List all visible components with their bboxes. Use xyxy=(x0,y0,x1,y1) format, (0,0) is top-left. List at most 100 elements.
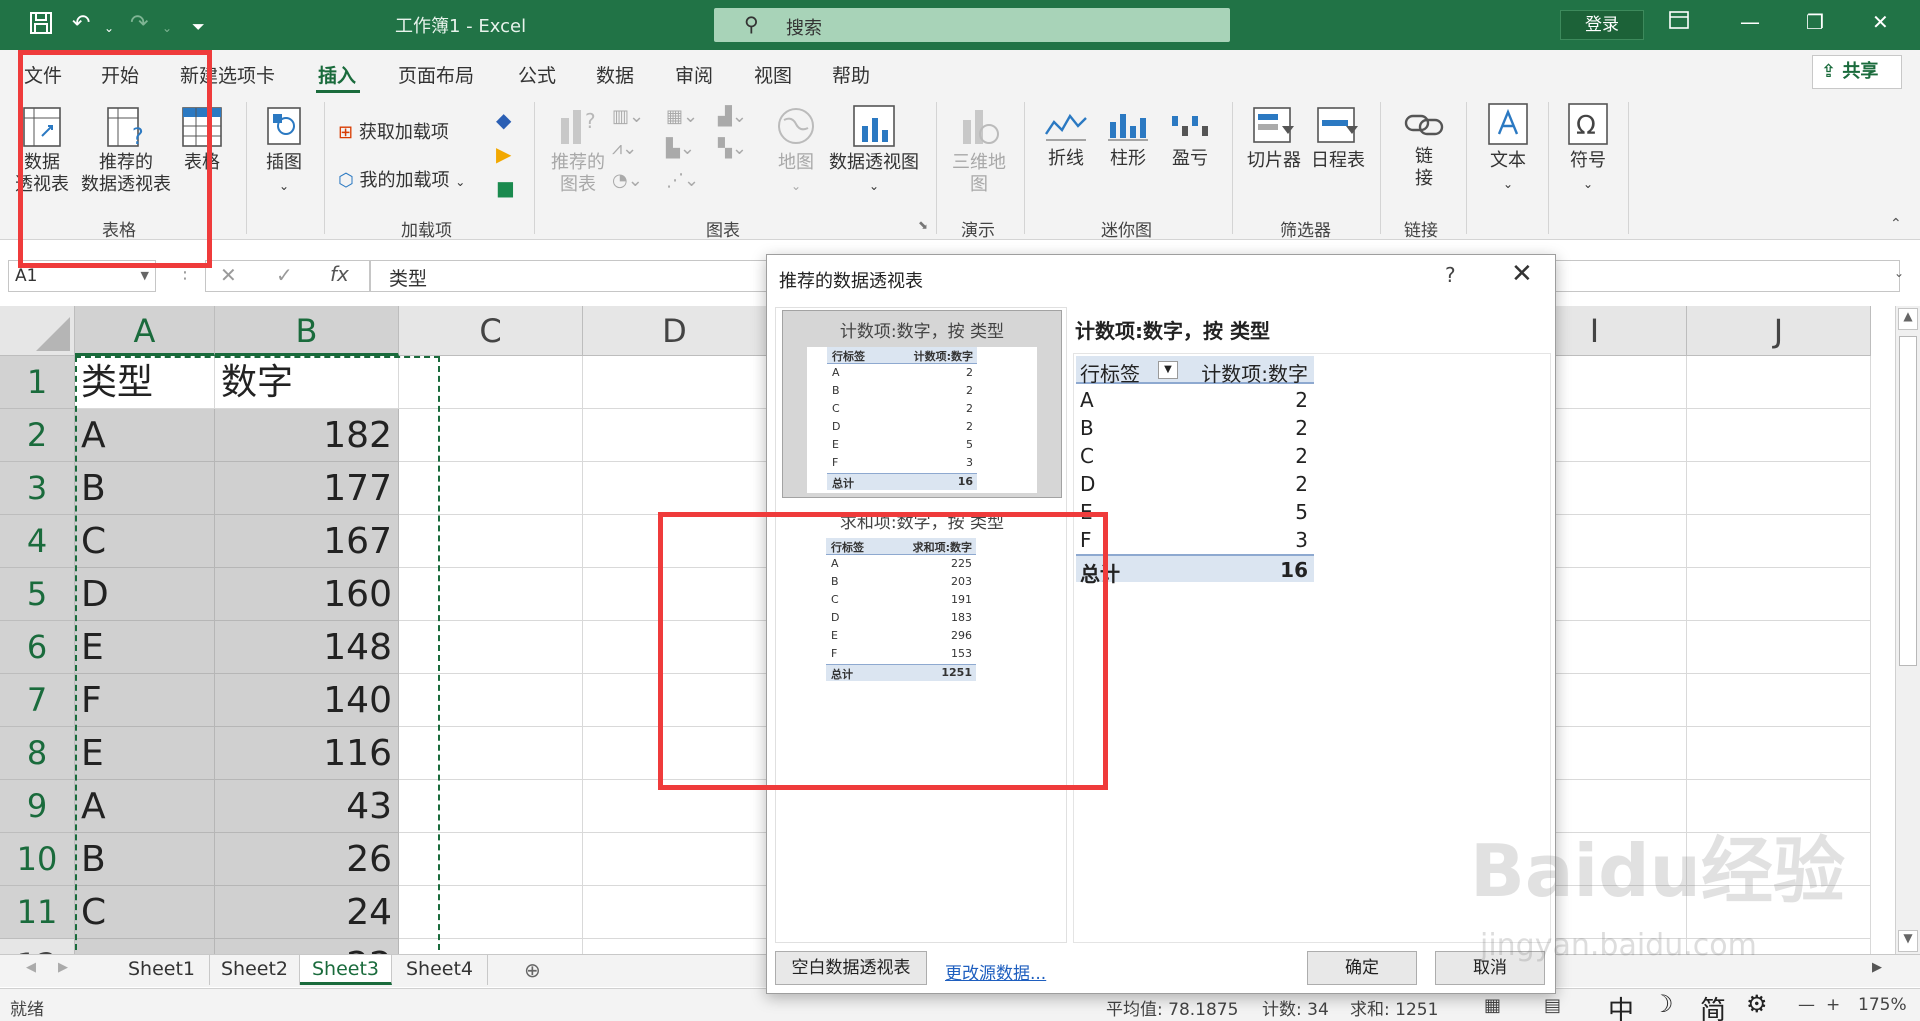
cell-c3[interactable] xyxy=(399,462,583,515)
cell-c11[interactable] xyxy=(399,886,583,939)
login-button[interactable]: 登录 xyxy=(1560,10,1644,40)
pie-chart-icon[interactable]: ◔⌄ xyxy=(612,170,643,191)
cell-c10[interactable] xyxy=(399,833,583,886)
insert-function-icon[interactable]: fx xyxy=(330,262,349,286)
scatter-chart-icon[interactable]: ⋰⌄ xyxy=(666,170,699,191)
cell-d5[interactable] xyxy=(583,568,767,621)
name-box-dropdown-icon[interactable]: ▼ xyxy=(141,269,149,282)
row-header-2[interactable]: 2 xyxy=(0,409,75,462)
column-header-j[interactable]: J xyxy=(1687,306,1871,356)
collapse-ribbon-icon[interactable]: ⌃ xyxy=(1890,216,1902,232)
pivot-table-button[interactable]: 数据 透视表 xyxy=(14,106,70,196)
cell-j3[interactable] xyxy=(1687,462,1871,515)
people-graph-icon[interactable]: ■ xyxy=(496,176,515,200)
tab-view[interactable]: 视图 xyxy=(754,61,792,88)
ribbon-display-icon[interactable] xyxy=(1668,10,1690,35)
timeline-button[interactable]: 日程表 xyxy=(1308,106,1368,172)
cell-j9[interactable] xyxy=(1687,780,1871,833)
cell-c12[interactable] xyxy=(399,939,583,954)
waterfall-chart-icon[interactable]: ▟⌄ xyxy=(718,106,747,127)
row-header-1[interactable]: 1 xyxy=(0,356,75,409)
cell-a10[interactable]: B xyxy=(75,833,215,886)
column-header-d[interactable]: D xyxy=(583,306,767,356)
recommendation-sum[interactable]: 求和项:数字，按 类型 行标签 求和项:数字 A 225 B 203 C 191 D 183 E 29… xyxy=(782,502,1062,690)
tab-review[interactable]: 审阅 xyxy=(675,61,713,88)
row-header-3[interactable]: 3 xyxy=(0,462,75,515)
column-header-c[interactable]: C xyxy=(399,306,583,356)
undo-dropdown-icon[interactable]: ⌄ xyxy=(104,14,114,42)
cell-b9[interactable]: 43 xyxy=(215,780,399,833)
help-icon[interactable]: ? xyxy=(1445,263,1456,287)
cell-j12[interactable] xyxy=(1687,939,1871,954)
cell-b11[interactable]: 24 xyxy=(215,886,399,939)
cell-b5[interactable]: 160 xyxy=(215,568,399,621)
page-layout-view-icon[interactable]: ▤ xyxy=(1544,995,1561,1016)
pivot-chart-button[interactable]: 数据透视图 ⌄ xyxy=(828,104,920,197)
select-all-corner[interactable] xyxy=(0,306,75,356)
cell-c5[interactable] xyxy=(399,568,583,621)
confirm-entry-icon[interactable]: ✓ xyxy=(276,263,293,287)
cell-a1[interactable]: 类型 xyxy=(75,356,215,409)
row-header-8[interactable]: 8 xyxy=(0,727,75,780)
cell-b12[interactable]: 22 xyxy=(215,939,399,954)
scroll-up-icon[interactable]: ▲ xyxy=(1898,308,1918,330)
recommended-pivot-button[interactable]: ? 推荐的 数据透视表 xyxy=(76,106,176,196)
row-header-10[interactable]: 10 xyxy=(0,833,75,886)
visio-addin-icon[interactable]: ◆ xyxy=(496,108,511,132)
hierarchy-chart-icon[interactable]: ▦⌄ xyxy=(666,106,698,127)
blank-pivot-button[interactable]: 空白数据透视表 xyxy=(775,951,927,985)
row-header-6[interactable]: 6 xyxy=(0,621,75,674)
tab-new-tab[interactable]: 新建选项卡 xyxy=(180,61,275,88)
prev-sheet-icon[interactable]: ◀ xyxy=(26,960,36,975)
vertical-scroll-thumb[interactable] xyxy=(1899,336,1917,666)
cancel-button[interactable]: 取消 xyxy=(1435,951,1545,985)
tab-home[interactable]: 开始 xyxy=(101,61,139,88)
cell-a6[interactable]: E xyxy=(75,621,215,674)
cell-c4[interactable] xyxy=(399,515,583,568)
combo-chart-icon[interactable]: ▚⌄ xyxy=(718,138,747,159)
moon-icon[interactable]: ☽ xyxy=(1652,990,1674,1018)
slicer-button[interactable]: 切片器 xyxy=(1244,106,1304,172)
cell-d8[interactable] xyxy=(583,727,767,780)
column-header-b[interactable]: B xyxy=(215,306,399,356)
recommendation-list[interactable]: 计数项:数字，按 类型 行标签 计数项:数字 A 2 B 2 C 2 D 2 E 5 F 3 总计 16 求和… xyxy=(775,307,1067,943)
bing-maps-icon[interactable]: ▶ xyxy=(496,142,511,166)
cell-a7[interactable]: F xyxy=(75,674,215,727)
row-header-11[interactable]: 11 xyxy=(0,886,75,939)
cell-b4[interactable]: 167 xyxy=(215,515,399,568)
get-addins-button[interactable]: ⊞ 获取加载项 xyxy=(338,118,449,144)
zoom-level[interactable]: 175% xyxy=(1858,995,1907,1015)
cell-d9[interactable] xyxy=(583,780,767,833)
cell-d4[interactable] xyxy=(583,515,767,568)
cell-c8[interactable] xyxy=(399,727,583,780)
cell-j2[interactable] xyxy=(1687,409,1871,462)
settings-gear-icon[interactable]: ⚙ xyxy=(1746,990,1768,1018)
name-box[interactable]: A1 ▼ xyxy=(8,260,156,292)
row-header-5[interactable]: 5 xyxy=(0,568,75,621)
cell-j8[interactable] xyxy=(1687,727,1871,780)
row-header-9[interactable]: 9 xyxy=(0,780,75,833)
cell-b7[interactable]: 140 xyxy=(215,674,399,727)
minimize-icon[interactable]: — xyxy=(1740,10,1760,34)
sparkline-line-button[interactable]: 折线 xyxy=(1040,108,1092,170)
restore-icon[interactable]: ❐ xyxy=(1806,10,1824,34)
column-chart-icon[interactable]: ▥⌄ xyxy=(612,106,644,127)
cell-a11[interactable]: C xyxy=(75,886,215,939)
cell-d3[interactable] xyxy=(583,462,767,515)
cell-a2[interactable]: A xyxy=(75,409,215,462)
zoom-in-icon[interactable]: + xyxy=(1826,995,1840,1015)
sheet-tab-sheet2[interactable]: Sheet2 xyxy=(210,955,300,985)
zoom-out-icon[interactable]: — xyxy=(1798,995,1815,1015)
my-addins-button[interactable]: ⬡ 我的加载项 ⌄ xyxy=(338,166,465,192)
cell-j4[interactable] xyxy=(1687,515,1871,568)
table-button[interactable]: 表格 xyxy=(176,106,228,174)
cell-a9[interactable]: A xyxy=(75,780,215,833)
illustrations-button[interactable]: 插图 ⌄ xyxy=(258,104,310,197)
cell-j7[interactable] xyxy=(1687,674,1871,727)
sheet-tab-sheet4[interactable]: Sheet4 xyxy=(392,955,488,985)
next-sheet-icon[interactable]: ▶ xyxy=(58,960,68,975)
text-button[interactable]: 文本 ⌄ xyxy=(1480,102,1536,195)
scroll-down-icon[interactable]: ▼ xyxy=(1898,930,1918,952)
cell-j10[interactable] xyxy=(1687,833,1871,886)
sparkline-winloss-button[interactable]: 盈亏 xyxy=(1164,108,1216,170)
